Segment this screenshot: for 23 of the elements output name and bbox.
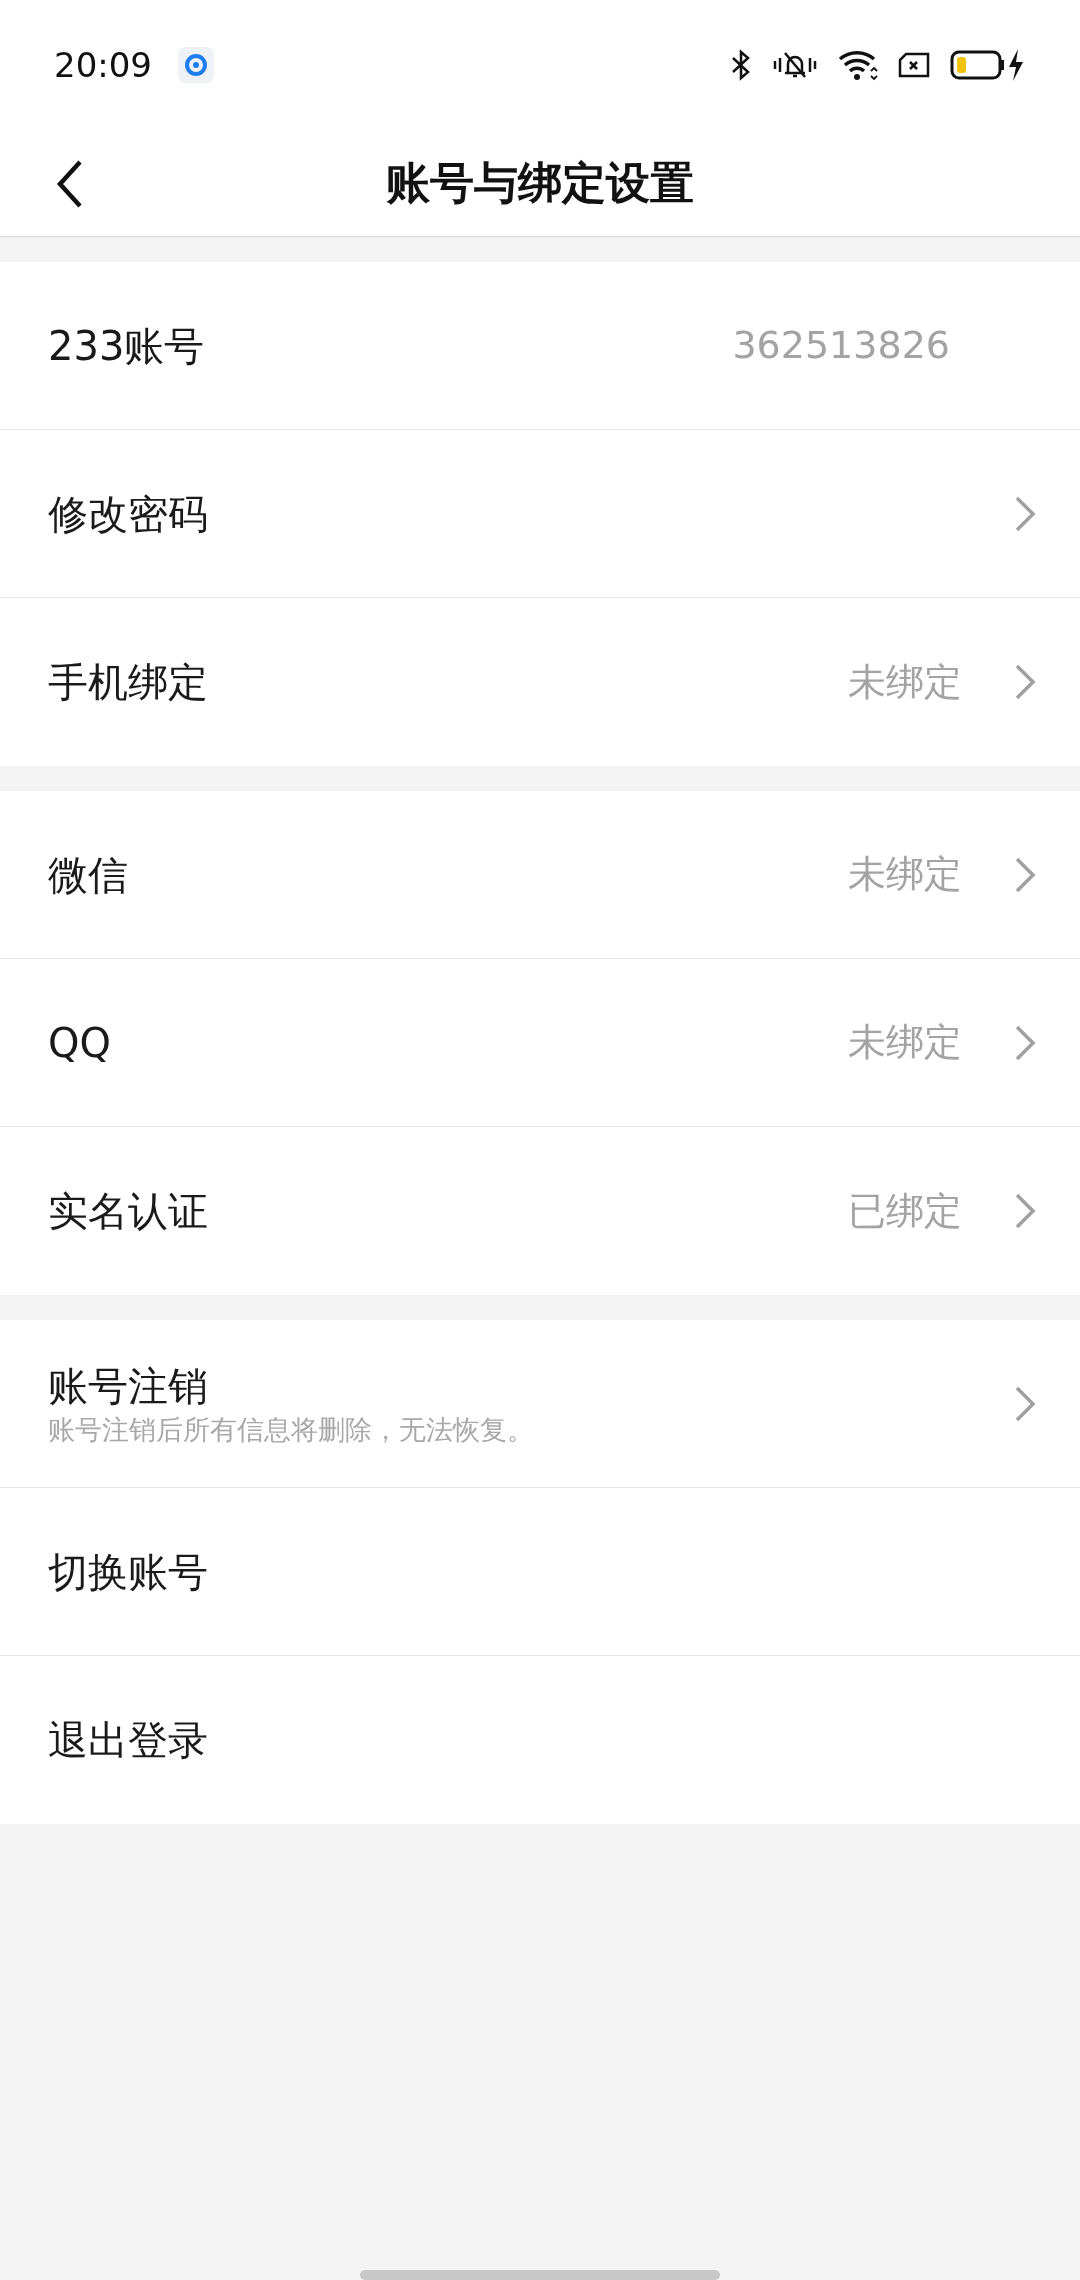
row-label: 实名认证 (48, 1187, 208, 1236)
row-label: 切换账号 (48, 1547, 208, 1597)
bluetooth-icon (730, 49, 752, 81)
app-notification-icon (178, 47, 214, 83)
row-label: 账号注销 (48, 1361, 209, 1411)
battery-charging-icon (950, 48, 1026, 82)
row-description: 账号注销后所有信息将删除，无法恢复。 (48, 1412, 534, 1447)
back-icon (55, 159, 85, 209)
sim-icon (898, 52, 930, 78)
row-value: 未绑定 (848, 658, 962, 706)
row-label: 233账号 (48, 321, 205, 371)
row-label: QQ (48, 1018, 111, 1068)
row-value: 已绑定 (848, 1187, 962, 1235)
row-value: 未绑定 (848, 1019, 962, 1066)
row-value: 未绑定 (848, 851, 962, 898)
row-value: 362513826 (732, 322, 950, 369)
row-label: 微信 (48, 850, 128, 900)
row-label: 退出登录 (48, 1716, 208, 1765)
wifi-icon (838, 49, 878, 81)
row-label: 修改密码 (48, 489, 208, 539)
page-title: 账号与绑定设置 (386, 156, 694, 210)
row-label: 手机绑定 (48, 658, 208, 707)
status-time: 20:09 (54, 43, 152, 87)
